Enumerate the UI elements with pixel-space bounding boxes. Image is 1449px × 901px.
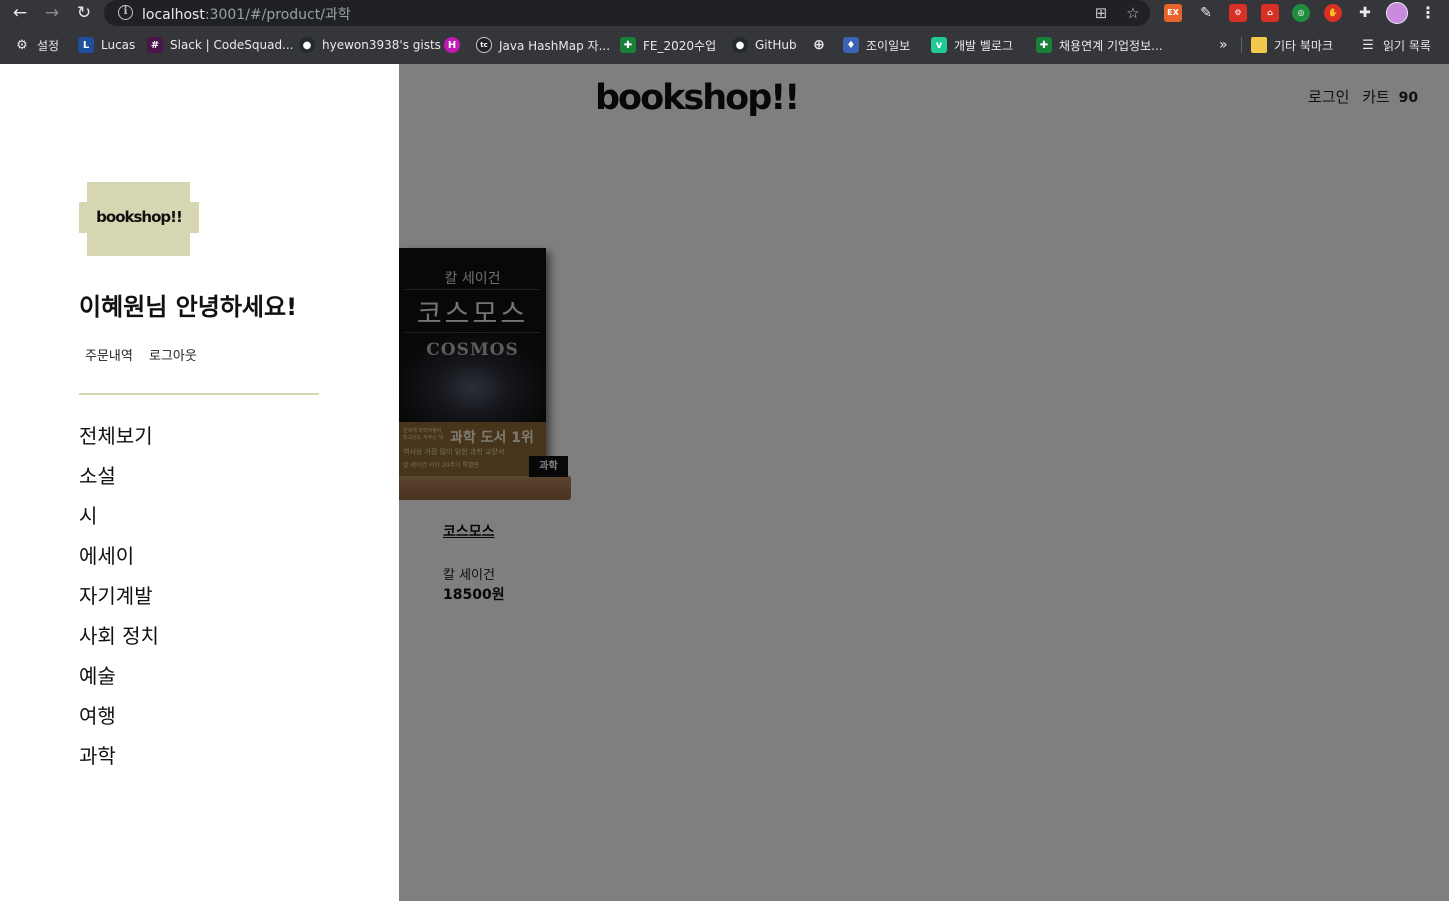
hashnode-icon: H bbox=[444, 37, 460, 53]
browser-toolbar: ← → ↻ i localhost:3001/#/product/과학 ⊞ ☆ … bbox=[0, 0, 1449, 27]
category-list: 전체보기 소설 시 에세이 자기계발 사회 정치 예술 여행 과학 bbox=[79, 420, 159, 780]
category-item-science[interactable]: 과학 bbox=[79, 740, 159, 780]
category-item-essay[interactable]: 에세이 bbox=[79, 540, 159, 580]
category-item-art[interactable]: 예술 bbox=[79, 660, 159, 700]
reading-list-icon: ☰ bbox=[1362, 37, 1374, 53]
bookmark-star-icon[interactable]: ☆ bbox=[1123, 3, 1143, 23]
sidebar-divider bbox=[79, 393, 319, 395]
browser-chrome: ← → ↻ i localhost:3001/#/product/과학 ⊞ ☆ … bbox=[0, 0, 1449, 64]
lucas-icon: L bbox=[78, 37, 94, 53]
logout-link[interactable]: 로그아웃 bbox=[149, 349, 197, 364]
bookmark-lucas[interactable]: L Lucas bbox=[78, 33, 135, 57]
bookmark-velog[interactable]: v 개발 벨로그 bbox=[931, 33, 1013, 57]
sheets-icon: ✚ bbox=[1036, 37, 1052, 53]
profile-avatar[interactable] bbox=[1386, 2, 1408, 24]
bookmark-hashnode[interactable]: H bbox=[444, 33, 467, 57]
category-item-travel[interactable]: 여행 bbox=[79, 700, 159, 740]
reading-list-button[interactable]: ☰ 읽기 목록 bbox=[1360, 33, 1431, 57]
bookmark-fe2020[interactable]: ✚ FE_2020수업 bbox=[620, 33, 716, 57]
site-info-icon[interactable]: i bbox=[118, 5, 133, 20]
bookmark-globe[interactable]: ⊕ bbox=[811, 33, 834, 57]
category-item-novel[interactable]: 소설 bbox=[79, 460, 159, 500]
other-bookmarks-folder[interactable]: 기타 북마크 bbox=[1251, 33, 1333, 57]
extensions-puzzle-icon[interactable]: ✚ bbox=[1356, 4, 1374, 22]
github-icon: ● bbox=[732, 37, 748, 53]
extension-ex-icon[interactable]: EX bbox=[1164, 4, 1182, 22]
folder-icon bbox=[1251, 37, 1267, 53]
bookmark-java-hashmap[interactable]: tc Java HashMap 자... bbox=[476, 33, 610, 57]
bookmark-gists[interactable]: ● hyewon3938's gists bbox=[299, 33, 441, 57]
bookmark-joyilbo[interactable]: ♦ 조이일보 bbox=[843, 33, 910, 57]
bookmark-slack[interactable]: # Slack | CodeSquad... bbox=[147, 33, 294, 57]
chrome-menu-icon[interactable]: ⋮ bbox=[1420, 3, 1436, 23]
order-history-link[interactable]: 주문내역 bbox=[85, 349, 133, 364]
category-item-all[interactable]: 전체보기 bbox=[79, 420, 159, 460]
category-item-society-politics[interactable]: 사회 정치 bbox=[79, 620, 159, 660]
url-text[interactable]: localhost:3001/#/product/과학 bbox=[142, 4, 351, 24]
user-links: 주문내역 로그아웃 bbox=[85, 345, 209, 364]
globe-icon: ⊕ bbox=[813, 37, 825, 53]
bookmarks-separator bbox=[1241, 37, 1242, 53]
address-bar[interactable]: i localhost:3001/#/product/과학 ⊞ ☆ bbox=[104, 0, 1150, 26]
extension-puzzle-red-icon[interactable]: ⚙ bbox=[1229, 4, 1247, 22]
more-bookmarks-button[interactable]: » bbox=[1219, 33, 1228, 57]
sidebar-logo[interactable]: bookshop!! bbox=[79, 182, 199, 256]
extension-pen-icon[interactable]: ✎ bbox=[1197, 4, 1215, 22]
bookmark-settings[interactable]: ⚙ 설정 bbox=[14, 33, 59, 57]
extension-hand-icon[interactable]: ✋ bbox=[1324, 4, 1342, 22]
category-item-self-help[interactable]: 자기계발 bbox=[79, 580, 159, 620]
web-icon: tc bbox=[476, 37, 492, 53]
back-arrow-icon[interactable]: ← bbox=[9, 2, 31, 24]
sidebar-menu: bookshop!! 이혜원님 안녕하세요! 주문내역 로그아웃 전체보기 소설… bbox=[0, 64, 399, 901]
bookmark-github[interactable]: ● GitHub bbox=[732, 33, 797, 57]
bookmarks-bar: ⚙ 설정 L Lucas # Slack | CodeSquad... ● hyewon… bbox=[0, 33, 1449, 57]
category-item-poetry[interactable]: 시 bbox=[79, 500, 159, 540]
extension-tree-icon[interactable]: ⌂ bbox=[1261, 4, 1279, 22]
forward-arrow-icon[interactable]: → bbox=[41, 2, 63, 24]
joy-icon: ♦ bbox=[843, 37, 859, 53]
bookmark-recruit[interactable]: ✚ 채용연계 기업정보... bbox=[1036, 33, 1163, 57]
extension-target-icon[interactable]: ◎ bbox=[1292, 4, 1310, 22]
velog-icon: v bbox=[931, 37, 947, 53]
slack-icon: # bbox=[147, 37, 163, 53]
reload-icon[interactable]: ↻ bbox=[73, 2, 95, 24]
sidebar-logo-text: bookshop!! bbox=[96, 208, 183, 226]
github-icon: ● bbox=[299, 37, 315, 53]
gear-icon: ⚙ bbox=[16, 37, 28, 53]
user-greeting: 이혜원님 안녕하세요! bbox=[79, 293, 298, 321]
page: bookshop!! 로그인 카트 90 칼 세이건 코스모스 COSMOS 전… bbox=[0, 64, 1449, 901]
sheets-icon: ✚ bbox=[620, 37, 636, 53]
translate-icon[interactable]: ⊞ bbox=[1091, 3, 1111, 23]
